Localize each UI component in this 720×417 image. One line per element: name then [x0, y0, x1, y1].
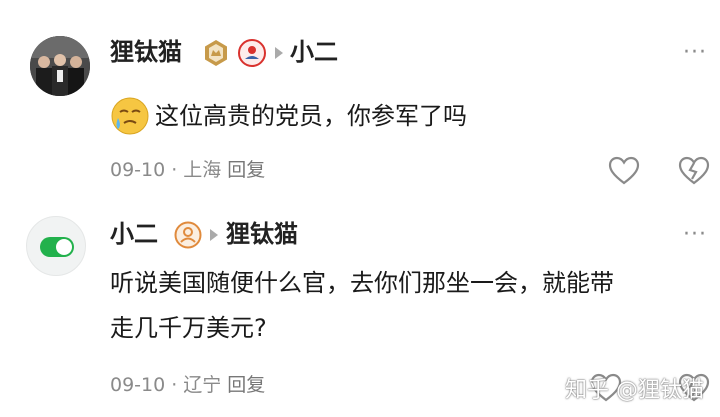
- comment-text-line-2: 走几千万美元?: [110, 314, 267, 342]
- comment-author[interactable]: 狸钛猫: [110, 37, 182, 67]
- reply-arrow-icon: [210, 229, 218, 241]
- comment-location: 辽宁: [183, 374, 222, 396]
- comment-author[interactable]: 小二: [110, 219, 158, 249]
- dislike-icon[interactable]: [678, 155, 710, 187]
- dislike-icon[interactable]: [681, 0, 707, 6]
- reply-button[interactable]: 回复: [227, 159, 265, 181]
- comment-meta: 09-10 · 辽宁 回复: [110, 374, 266, 396]
- more-options-button[interactable]: ···: [683, 224, 707, 246]
- toggle-switch-icon: [40, 237, 74, 257]
- reply-button[interactable]: 回复: [227, 374, 265, 396]
- user-badge-icon: [174, 221, 202, 249]
- weary-sweat-emoji-icon: [110, 96, 150, 136]
- gold-badge-icon: [202, 39, 230, 67]
- comment-text-line-1: 听说美国随便什么官，去你们那坐一会，就能带: [110, 269, 614, 297]
- comment-meta: 09-10 · 上海 回复: [110, 159, 266, 181]
- reply-to-user[interactable]: 小二: [290, 37, 338, 67]
- more-options-button[interactable]: ···: [683, 42, 707, 64]
- reply-arrow-icon: [275, 47, 283, 59]
- watermark: 知乎 @狸钛猫: [565, 378, 704, 403]
- red-badge-icon: [238, 39, 266, 67]
- like-icon[interactable]: [608, 155, 640, 187]
- reply-to-user[interactable]: 狸钛猫: [226, 219, 298, 249]
- like-icon[interactable]: [611, 0, 637, 6]
- comment-date: 09-10: [110, 374, 166, 396]
- avatar[interactable]: [26, 216, 86, 276]
- avatar[interactable]: [30, 36, 90, 96]
- comment-text: 这位高贵的党员，你参军了吗: [155, 102, 467, 130]
- comment-date: 09-10: [110, 159, 166, 181]
- comment-location: 上海: [183, 159, 222, 181]
